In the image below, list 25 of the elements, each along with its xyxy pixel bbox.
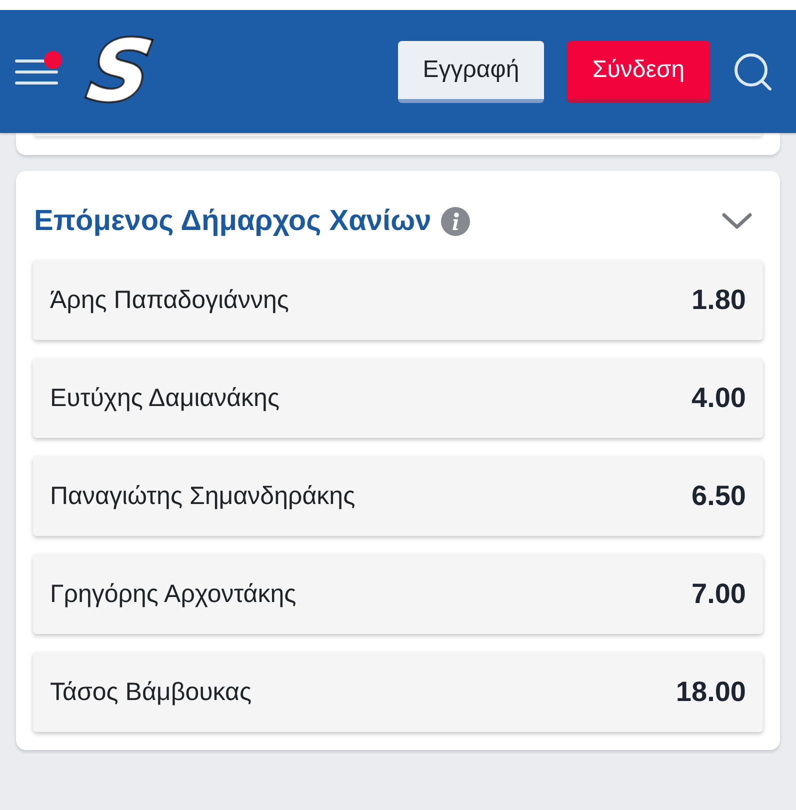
login-button[interactable]: Σύνδεση <box>567 40 710 102</box>
search-button[interactable] <box>734 52 772 90</box>
info-icon[interactable] <box>441 206 470 236</box>
selection-row[interactable]: Άρης Παπαδογιάννης 1.80 <box>33 260 763 340</box>
selection-name: Παναγιώτης Σημανδηράκης <box>50 482 356 510</box>
selection-name: Ευτύχης Δαμιανάκης <box>50 384 280 412</box>
logo[interactable]: S <box>82 28 158 112</box>
odds-value: 1.80 <box>692 284 746 316</box>
selection-name: Γρηγόρης Αρχοντάκης <box>50 580 296 608</box>
collapse-button[interactable] <box>721 211 753 231</box>
odds-value: 7.00 <box>692 578 746 610</box>
register-button[interactable]: Εγγραφή <box>398 40 544 102</box>
selection-name: Τάσος Βάμβουκας <box>50 678 252 706</box>
selection-row[interactable]: Τάσος Βάμβουκας 18.00 <box>33 652 763 732</box>
selection-row[interactable]: Ευτύχης Δαμιανάκης 4.00 <box>33 358 763 438</box>
selection-row[interactable]: Παναγιώτης Σημανδηράκης 6.50 <box>33 456 763 536</box>
search-icon <box>734 52 772 90</box>
odds-value: 18.00 <box>676 676 746 708</box>
market-title: Επόμενος Δήμαρχος Χανίων <box>34 204 432 238</box>
odds-value: 6.50 <box>692 480 746 512</box>
selection-name: Άρης Παπαδογιάννης <box>50 286 289 314</box>
odds-value: 4.00 <box>692 382 746 414</box>
selection-row[interactable]: Γρηγόρης Αρχοντάκης 7.00 <box>33 554 763 634</box>
chevron-icon <box>721 211 753 231</box>
menu-icon <box>15 58 58 84</box>
